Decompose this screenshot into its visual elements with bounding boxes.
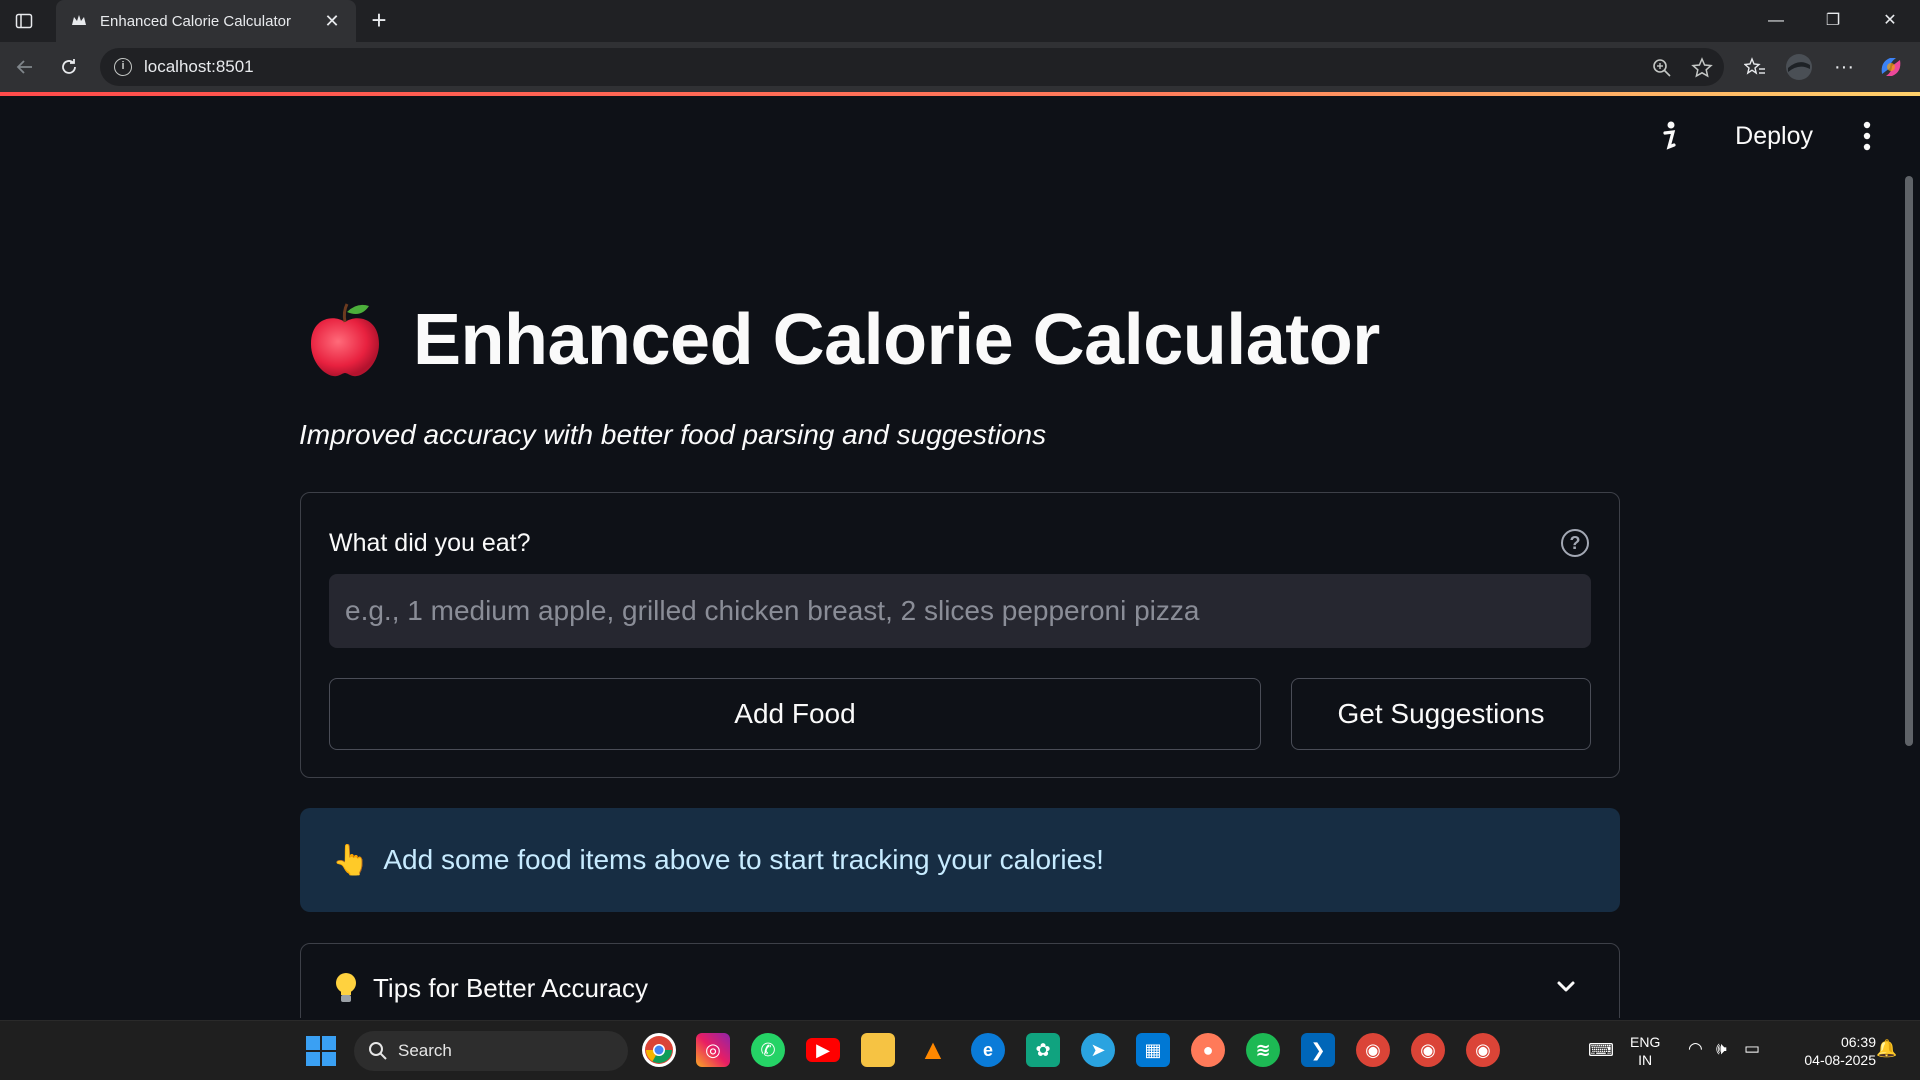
tab-title: Enhanced Calorie Calculator (100, 12, 291, 30)
get-suggestions-button[interactable]: Get Suggestions (1291, 678, 1591, 750)
site-info-icon[interactable]: i (114, 58, 132, 76)
copilot-icon[interactable] (1876, 52, 1906, 82)
streamlit-app: Deploy Enhanced Calorie Calculator Impro… (5, 96, 1913, 1018)
url-text: localhost:8501 (144, 57, 254, 76)
youtube-icon[interactable]: ▶ (806, 1038, 840, 1062)
page-title: Enhanced Calorie Calculator (413, 300, 1380, 380)
language-indicator[interactable]: ENG IN (1630, 1033, 1660, 1069)
food-input[interactable] (329, 574, 1591, 648)
file-explorer-icon[interactable] (861, 1033, 895, 1067)
title-row: Enhanced Calorie Calculator (305, 296, 1380, 384)
browser-tabbar: Enhanced Calorie Calculator ✕ + — ❐ ✕ (0, 0, 1920, 42)
scrollbar[interactable] (1905, 176, 1913, 746)
taskbar-search[interactable]: Search (354, 1031, 628, 1071)
windows-start-icon[interactable] (306, 1036, 336, 1066)
language-code: ENG (1630, 1034, 1661, 1050)
info-alert: 👆 Add some food items above to start tra… (300, 808, 1620, 912)
favorite-star-icon[interactable] (1690, 56, 1714, 80)
app-header: Deploy (5, 96, 1913, 186)
region-code: IN (1638, 1052, 1653, 1068)
chrome-profile-icon[interactable]: ◉ (1466, 1033, 1500, 1067)
tips-expander-label: Tips for Better Accuracy (373, 972, 649, 1003)
add-food-button[interactable]: Add Food (329, 678, 1261, 750)
vscode-icon[interactable]: ❯ (1301, 1033, 1335, 1067)
new-tab-icon[interactable]: + (364, 6, 394, 36)
food-entry-form: What did you eat? ? Add Food Get Suggest… (300, 492, 1620, 778)
help-icon[interactable]: ? (1561, 529, 1589, 557)
food-input-label: What did you eat? (329, 529, 531, 557)
clock[interactable]: 06:39 04-08-2025 (1784, 1033, 1876, 1069)
instagram-icon[interactable]: ◎ (696, 1033, 730, 1067)
reload-icon[interactable] (54, 52, 84, 82)
main-menu-icon[interactable] (1847, 116, 1887, 156)
page-subtitle: Improved accuracy with better food parsi… (299, 419, 1047, 450)
favorites-icon[interactable] (1740, 52, 1770, 82)
clock-date: 04-08-2025 (1804, 1052, 1876, 1068)
address-bar[interactable]: i localhost:8501 (100, 48, 1724, 86)
app-icon[interactable]: ● (1191, 1033, 1225, 1067)
back-icon[interactable] (10, 52, 40, 82)
whatsapp-icon[interactable]: ✆ (751, 1033, 785, 1067)
chrome-profile-icon[interactable]: ◉ (1356, 1033, 1390, 1067)
tab-actions-icon[interactable] (12, 9, 36, 33)
microsoft-store-icon[interactable]: ▦ (1136, 1033, 1170, 1067)
browser-tab[interactable]: Enhanced Calorie Calculator ✕ (56, 0, 356, 42)
tab-close-icon[interactable]: ✕ (322, 11, 342, 32)
info-alert-text: Add some food items above to start track… (383, 844, 1104, 875)
spotify-icon[interactable]: ≋ (1246, 1033, 1280, 1067)
chrome-profile-icon[interactable]: ◉ (1411, 1033, 1445, 1067)
minimize-icon[interactable]: — (1756, 8, 1796, 34)
battery-icon[interactable]: ▭ (1744, 1040, 1760, 1058)
browser-toolbar: i localhost:8501 ··· (0, 42, 1920, 92)
volume-icon[interactable]: 🕪 (1716, 1040, 1727, 1058)
wifi-icon[interactable]: ◠ (1688, 1040, 1703, 1058)
apple-icon (305, 300, 385, 380)
search-icon (369, 1042, 387, 1060)
pointing-up-icon: 👆 (332, 843, 370, 877)
light-bulb-icon (333, 971, 359, 1005)
restore-icon[interactable]: ❐ (1813, 8, 1853, 34)
taskbar-search-label: Search (398, 1041, 452, 1060)
profile-avatar-icon[interactable] (1784, 52, 1814, 82)
edge-icon[interactable]: e (971, 1033, 1005, 1067)
zoom-icon[interactable] (1650, 56, 1674, 80)
keyboard-icon[interactable]: ⌨ (1588, 1041, 1614, 1059)
chatgpt-icon[interactable]: ✿ (1026, 1033, 1060, 1067)
window-close-icon[interactable]: ✕ (1870, 8, 1910, 34)
streamlit-favicon-icon (70, 12, 88, 30)
vlc-icon[interactable]: ▲ (916, 1033, 950, 1067)
more-menu-icon[interactable]: ··· (1829, 52, 1859, 82)
notification-bell-icon[interactable]: 🔔 (1876, 1040, 1897, 1058)
tips-expander[interactable]: Tips for Better Accuracy (300, 943, 1620, 1018)
status-running-icon[interactable] (1649, 116, 1689, 156)
windows-taskbar: Search ◎ ✆ ▶ ▲ e ✿ ➤ ▦ ● ≋ ❯ ◉ ◉ ◉ ⌨ ENG… (0, 1020, 1920, 1080)
chevron-down-icon (1553, 974, 1579, 1000)
deploy-button[interactable]: Deploy (1735, 122, 1813, 151)
telegram-icon[interactable]: ➤ (1081, 1033, 1115, 1067)
chrome-icon[interactable] (642, 1033, 676, 1067)
clock-time: 06:39 (1840, 1034, 1876, 1050)
